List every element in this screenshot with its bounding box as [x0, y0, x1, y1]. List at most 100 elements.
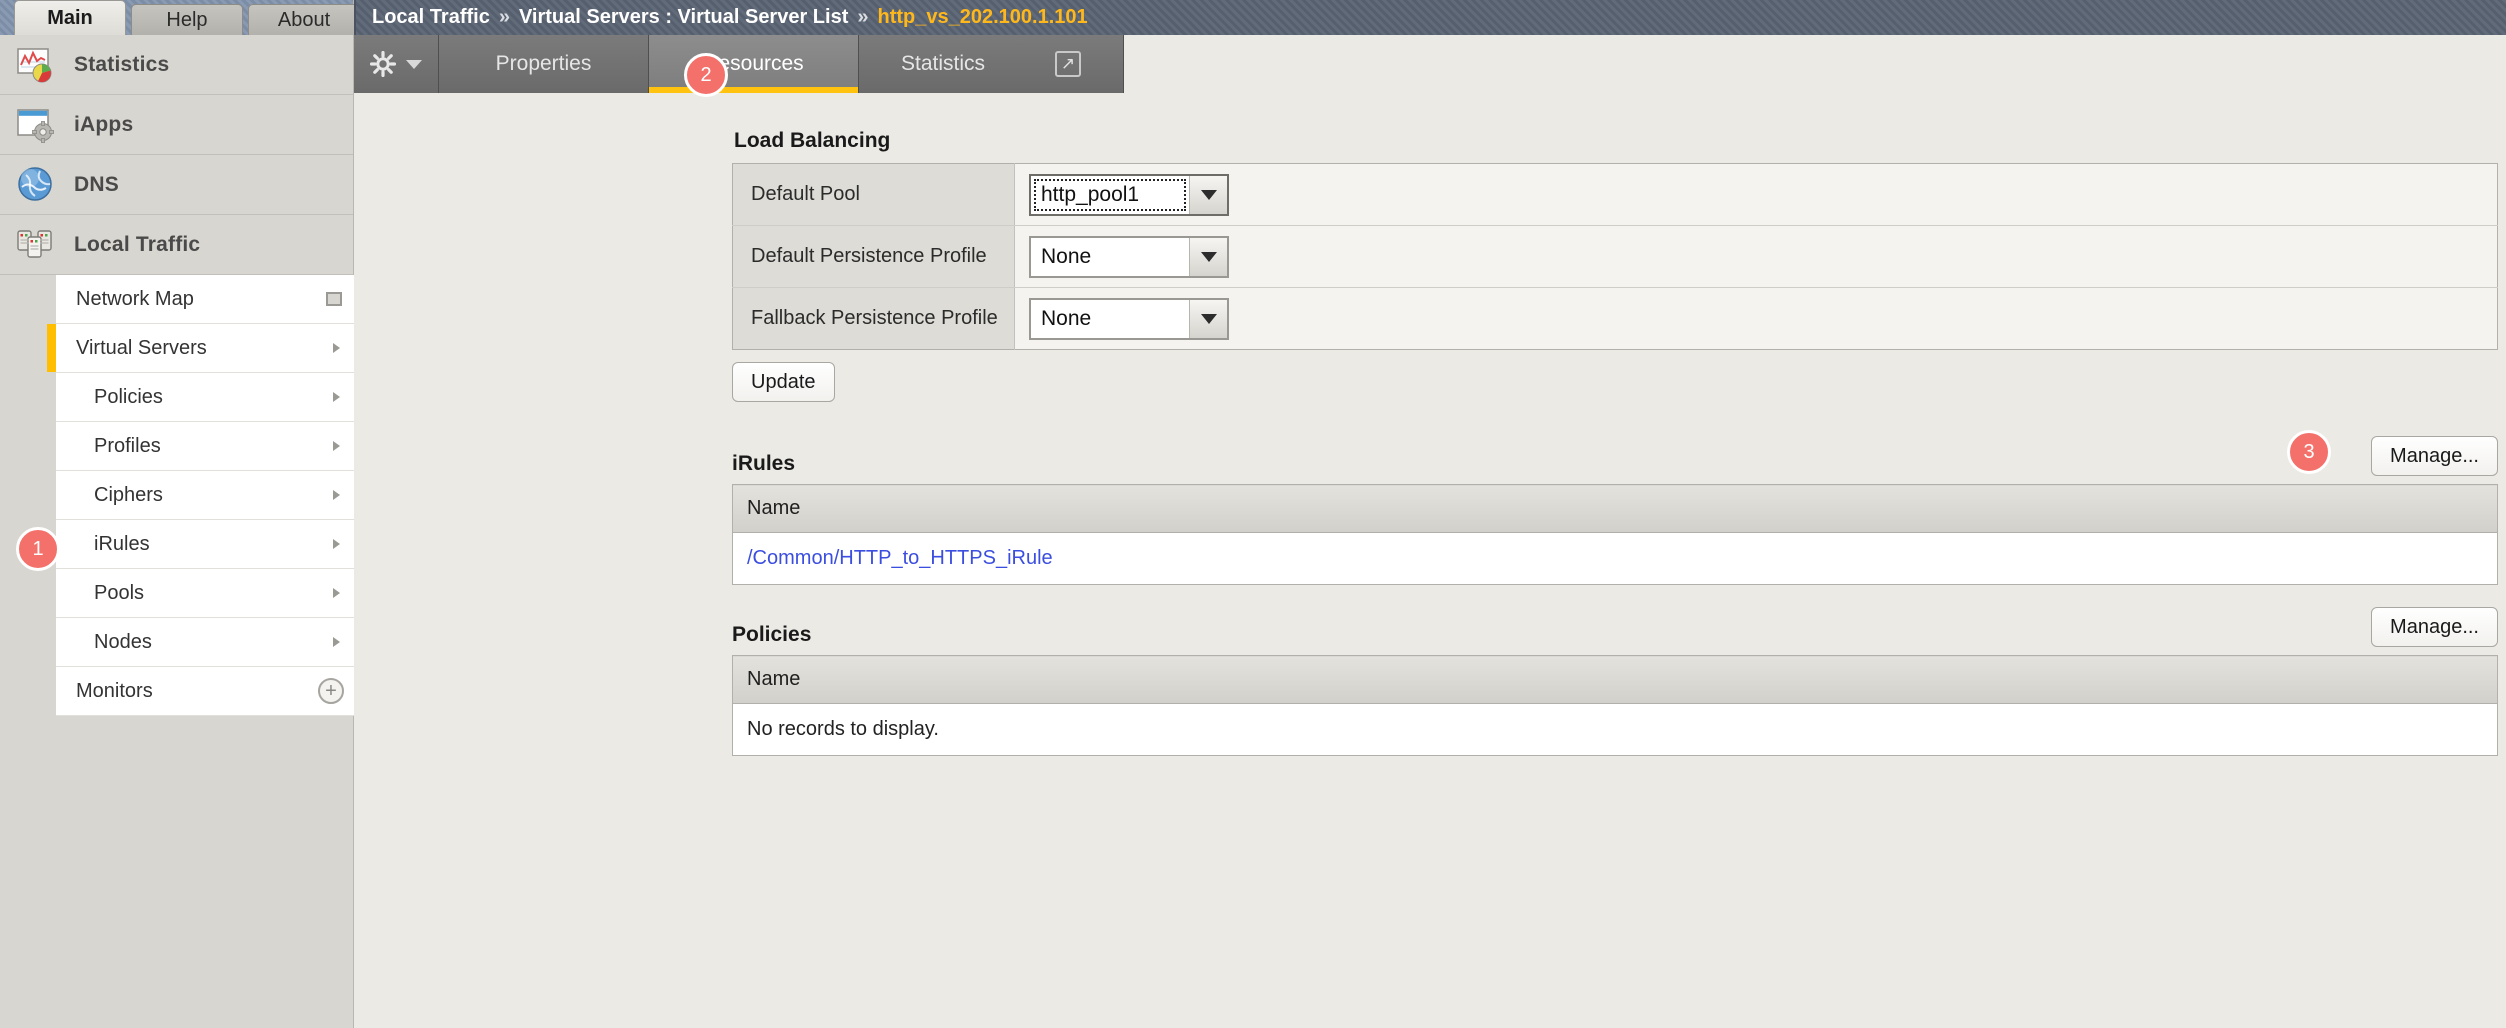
policies-empty-text: No records to display.	[733, 704, 2498, 756]
breadcrumb-separator-icon: »	[499, 6, 510, 29]
update-button[interactable]: Update	[732, 362, 835, 402]
irules-header-row: iRules Manage... 3	[354, 436, 2506, 476]
sidebar-group-local-traffic[interactable]: Local Traffic	[0, 215, 353, 275]
tab-properties-label: Properties	[496, 52, 592, 76]
gear-icon	[370, 51, 396, 77]
top-tab-about-label: About	[278, 9, 330, 32]
table-row: /Common/HTTP_to_HTTPS_iRule	[733, 533, 2498, 585]
chevron-right-icon	[333, 637, 340, 647]
dns-globe-icon	[16, 165, 56, 205]
sidebar-group-iapps-label: iApps	[74, 113, 133, 137]
left-sidebar: Main Help About St	[0, 0, 354, 1028]
sidebar-group-dns-label: DNS	[74, 173, 119, 197]
plus-circle-icon[interactable]: +	[318, 678, 344, 704]
iapps-window-gear-icon	[16, 105, 56, 145]
chevron-right-icon	[333, 490, 340, 500]
default-pool-label: Default Pool	[733, 164, 1015, 226]
policies-manage-button[interactable]: Manage...	[2371, 607, 2498, 647]
policies-column-name: Name	[733, 656, 2498, 704]
irule-link[interactable]: /Common/HTTP_to_HTTPS_iRule	[747, 547, 1053, 569]
sidebar-item-profiles[interactable]: Profiles	[56, 422, 354, 471]
breadcrumb-separator-icon: »	[857, 6, 868, 29]
tab-statistics[interactable]: Statistics ↗	[859, 35, 1124, 93]
sidebar-item-policies-label: Policies	[94, 386, 163, 409]
top-tab-help[interactable]: Help	[131, 4, 243, 35]
sidebar-item-pools[interactable]: Pools	[56, 569, 354, 618]
table-header-row: Name	[733, 485, 2498, 533]
top-tab-about[interactable]: About	[248, 4, 360, 35]
sidebar-item-monitors-label: Monitors	[76, 680, 153, 703]
sidebar-item-network-map[interactable]: Network Map	[56, 275, 354, 324]
chevron-down-icon[interactable]	[1189, 176, 1227, 214]
chevron-right-icon	[333, 539, 340, 549]
sidebar-item-nodes-label: Nodes	[94, 631, 152, 654]
default-pool-value: http_pool1	[1033, 178, 1187, 212]
irules-column-name: Name	[733, 485, 2498, 533]
local-traffic-submenu: Network Map Virtual Servers Policies Pro…	[56, 275, 354, 716]
main-content-pane: Local Traffic » Virtual Servers : Virtua…	[354, 0, 2506, 1028]
default-pool-select[interactable]: http_pool1	[1029, 174, 1229, 216]
default-persistence-profile-select[interactable]: None	[1029, 236, 1229, 278]
top-tab-strip: Main Help About	[0, 0, 353, 35]
tab-menu-gear-button[interactable]	[354, 35, 439, 93]
chevron-down-icon	[406, 60, 422, 69]
step-badge-2: 2	[684, 53, 728, 97]
tab-resources[interactable]: Resources	[649, 35, 859, 93]
load-balancing-table: Default Pool http_pool1 Default Persiste…	[732, 163, 2498, 350]
map-window-icon	[326, 292, 342, 306]
top-tab-help-label: Help	[166, 9, 207, 32]
table-header-row: Name	[733, 656, 2498, 704]
fallback-persistence-profile-select[interactable]: None	[1029, 298, 1229, 340]
sidebar-item-network-map-label: Network Map	[76, 288, 194, 311]
external-link-icon: ↗	[1055, 51, 1081, 77]
chevron-right-icon	[333, 343, 340, 353]
breadcrumb: Local Traffic » Virtual Servers : Virtua…	[354, 0, 2506, 35]
breadcrumb-part-2[interactable]: Virtual Servers : Virtual Server List	[519, 6, 848, 29]
table-row: Default Persistence Profile None	[733, 226, 2498, 288]
sidebar-item-ciphers-label: Ciphers	[94, 484, 163, 507]
step-badge-3-number: 3	[2303, 441, 2314, 464]
top-tab-main[interactable]: Main	[14, 0, 126, 35]
irules-manage-button[interactable]: Manage...	[2371, 436, 2498, 476]
top-tab-main-label: Main	[47, 7, 93, 30]
policies-header-row: Policies Manage...	[354, 607, 2506, 647]
table-row: Default Pool http_pool1	[733, 164, 2498, 226]
step-badge-1-number: 1	[32, 538, 43, 561]
chevron-right-icon	[333, 441, 340, 451]
tab-properties[interactable]: Properties	[439, 35, 649, 93]
irules-title: iRules	[732, 452, 795, 476]
sidebar-item-virtual-servers-label: Virtual Servers	[76, 337, 207, 360]
chevron-down-icon[interactable]	[1189, 238, 1227, 276]
policies-title: Policies	[732, 623, 811, 647]
sidebar-group-iapps[interactable]: iApps	[0, 95, 353, 155]
table-row: Fallback Persistence Profile None	[733, 288, 2498, 350]
sidebar-group-statistics[interactable]: Statistics	[0, 35, 353, 95]
load-balancing-section: Load Balancing Default Pool http_pool1 D…	[354, 129, 2506, 350]
sidebar-item-virtual-servers[interactable]: Virtual Servers	[56, 324, 354, 373]
chevron-down-icon[interactable]	[1189, 300, 1227, 338]
sidebar-item-monitors[interactable]: Monitors +	[56, 667, 354, 716]
sidebar-item-profiles-label: Profiles	[94, 435, 161, 458]
default-persistence-profile-value: None	[1031, 238, 1189, 276]
fallback-persistence-profile-label: Fallback Persistence Profile	[733, 288, 1015, 350]
tab-statistics-label: Statistics	[901, 52, 985, 76]
chevron-right-icon	[333, 392, 340, 402]
sidebar-item-ciphers[interactable]: Ciphers	[56, 471, 354, 520]
resources-content: Load Balancing Default Pool http_pool1 D…	[354, 129, 2506, 756]
fallback-persistence-profile-value: None	[1031, 300, 1189, 338]
sidebar-item-policies[interactable]: Policies	[56, 373, 354, 422]
sidebar-item-irules[interactable]: iRules	[56, 520, 354, 569]
sidebar-group-local-traffic-label: Local Traffic	[74, 233, 200, 257]
table-row: No records to display.	[733, 704, 2498, 756]
load-balancing-title: Load Balancing	[734, 129, 2498, 153]
sidebar-group-dns[interactable]: DNS	[0, 155, 353, 215]
step-badge-2-number: 2	[700, 64, 711, 87]
sidebar-item-irules-label: iRules	[94, 533, 150, 556]
breadcrumb-part-1[interactable]: Local Traffic	[372, 6, 490, 29]
default-persistence-profile-label: Default Persistence Profile	[733, 226, 1015, 288]
page-tab-row: Properties Resources Statistics ↗ 2	[354, 35, 2506, 93]
sidebar-item-pools-label: Pools	[94, 582, 144, 605]
step-badge-1: 1	[16, 527, 60, 571]
breadcrumb-current: http_vs_202.100.1.101	[878, 6, 1088, 29]
sidebar-item-nodes[interactable]: Nodes	[56, 618, 354, 667]
